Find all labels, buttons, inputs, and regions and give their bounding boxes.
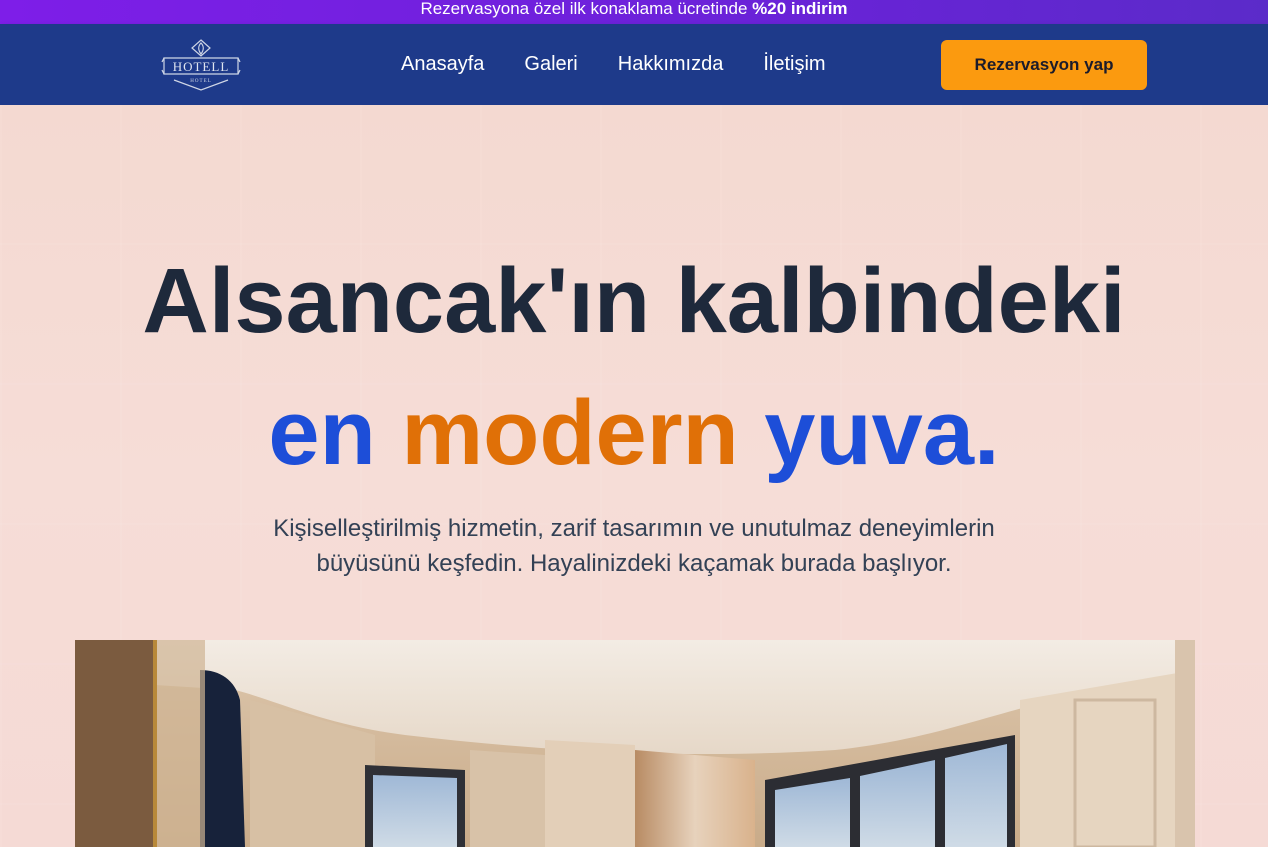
hotel-logo[interactable]: HOTELL HOTEL (160, 38, 242, 92)
nav-link-contact[interactable]: İletişim (763, 53, 825, 76)
hero-section: Alsancak'ın kalbindeki en modern yuva. K… (0, 105, 1268, 847)
hero-subtitle-line1: Kişiselleştirilmiş hizmetin, zarif tasar… (273, 515, 995, 542)
navbar: HOTELL HOTEL Anasayfa Galeri Hakkımızda … (0, 24, 1268, 105)
hotel-room-image (75, 640, 1195, 847)
hero-title-modern: modern (401, 382, 739, 484)
hotel-logo-icon: HOTELL HOTEL (161, 39, 241, 91)
hero-title-en: en (268, 382, 402, 484)
hotel-room-illustration (75, 640, 1195, 847)
nav-link-gallery[interactable]: Galeri (524, 53, 577, 76)
nav-link-about[interactable]: Hakkımızda (618, 53, 724, 76)
promo-text: Rezervasyona özel ilk konaklama ücretind… (420, 0, 753, 18)
hero-subtitle: Kişiselleştirilmiş hizmetin, zarif tasar… (0, 511, 1268, 581)
main-nav: Anasayfa Galeri Hakkımızda İletişim (401, 53, 866, 76)
svg-text:HOTEL: HOTEL (190, 79, 211, 84)
promo-highlight: %20 indirim (752, 0, 848, 18)
hero-title-line1: Alsancak'ın kalbindeki (142, 250, 1126, 352)
nav-link-home[interactable]: Anasayfa (401, 53, 484, 76)
logo-wordmark: HOTELL (173, 59, 230, 74)
reservation-button[interactable]: Rezervasyon yap (941, 40, 1147, 90)
hero-subtitle-line2: büyüsünü keşfedin. Hayalinizdeki kaçamak… (316, 550, 952, 577)
hero-title-line2: en modern yuva. (0, 387, 1268, 479)
promo-banner: Rezervasyona özel ilk konaklama ücretind… (0, 0, 1268, 24)
hero-title-dot: . (974, 382, 1000, 484)
hero-title-yuva: yuva (738, 382, 974, 484)
